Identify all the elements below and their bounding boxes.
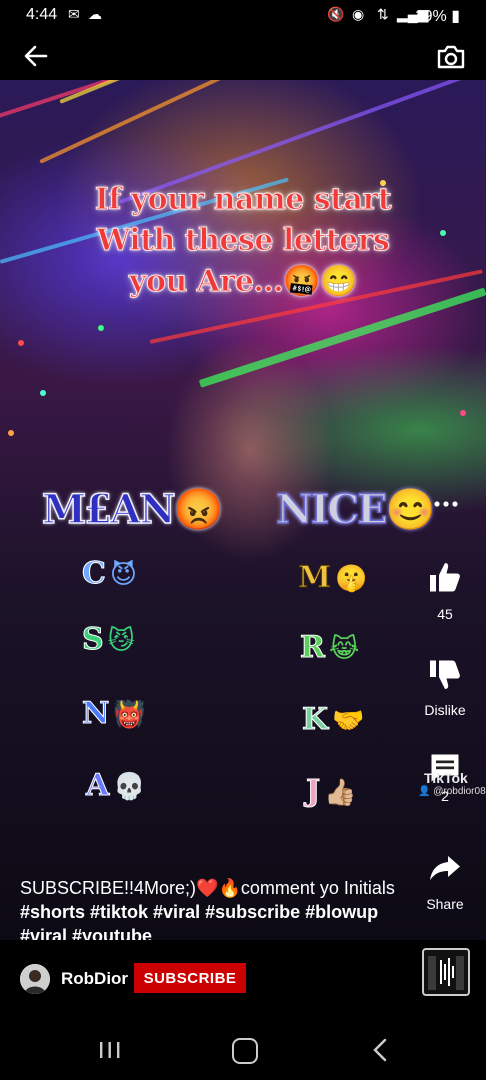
share-arrow-icon <box>430 856 460 880</box>
home-icon[interactable] <box>232 1038 258 1064</box>
subscribe-button[interactable]: SUBSCRIBE <box>134 963 246 993</box>
camera-icon[interactable] <box>436 44 466 70</box>
channel-avatar[interactable] <box>20 964 50 994</box>
top-bar <box>0 32 486 80</box>
thumbs-up-icon <box>430 563 460 592</box>
nav-back-icon[interactable] <box>372 1038 388 1062</box>
battery-level: 19% ▮ <box>414 8 460 25</box>
headline-line-2: With these letters <box>96 223 390 259</box>
channel-bar: RobDior SUBSCRIBE <box>0 940 486 1018</box>
nice-letter-r: R 😹 <box>300 630 360 666</box>
mean-letter-c: C 😈 <box>82 556 137 592</box>
recent-apps-icon[interactable] <box>98 1040 122 1060</box>
dislike-button[interactable]: Dislike <box>400 656 486 718</box>
tiktok-watermark-user: 👤 @robdior08 <box>418 786 486 797</box>
mean-letter-s: S 😼 <box>82 622 135 658</box>
video-caption[interactable]: SUBSCRIBE!!4More;)❤️🔥comment yo Initials… <box>20 876 400 948</box>
mean-letter-n: N 👹 <box>81 696 146 732</box>
more-options-icon[interactable] <box>432 498 460 510</box>
wifi-icon: ⇅ <box>377 6 389 22</box>
mean-heading: M£AN😡 <box>41 485 224 534</box>
headline-line-3: you Are...🤬😁 <box>129 264 358 300</box>
like-button[interactable]: 45 <box>400 560 486 622</box>
nice-letter-j: J 👍🏼 <box>305 774 357 810</box>
back-arrow-icon[interactable] <box>22 42 50 70</box>
mail-icon: ✉ <box>68 6 80 22</box>
nice-letter-m: M 🤫 <box>297 560 368 596</box>
status-time: 4:44 <box>26 6 58 23</box>
nice-heading: NICE😊 <box>275 485 436 534</box>
dislike-label: Dislike <box>424 702 466 718</box>
caption-text: SUBSCRIBE!!4More;)❤️🔥comment yo Initials <box>20 878 395 898</box>
share-button[interactable]: Share <box>400 850 486 912</box>
mean-letter-a: A 💀 <box>85 768 146 804</box>
status-bar: 4:44 ✉ ☁ 🔇 ◉ ⇅ ▂▄▆ 19% ▮ <box>0 0 486 32</box>
mute-icon: 🔇 <box>327 6 345 22</box>
thumbs-down-icon <box>430 660 460 689</box>
system-nav-bar <box>0 1018 486 1080</box>
share-label: Share <box>426 896 464 912</box>
nice-letter-k: K 🤝 <box>301 702 365 738</box>
like-count: 45 <box>437 606 453 622</box>
music-bars-icon <box>428 956 464 990</box>
headline-line-1: If your name start <box>94 182 392 218</box>
hotspot-icon: ◉ <box>352 6 365 22</box>
tiktok-watermark-title: TikTok <box>424 770 468 786</box>
sound-thumbnail[interactable] <box>422 948 470 996</box>
video-player[interactable]: If your name start With these letters yo… <box>0 80 486 940</box>
channel-name[interactable]: RobDior <box>61 969 128 989</box>
weather-icon: ☁ <box>88 6 102 22</box>
